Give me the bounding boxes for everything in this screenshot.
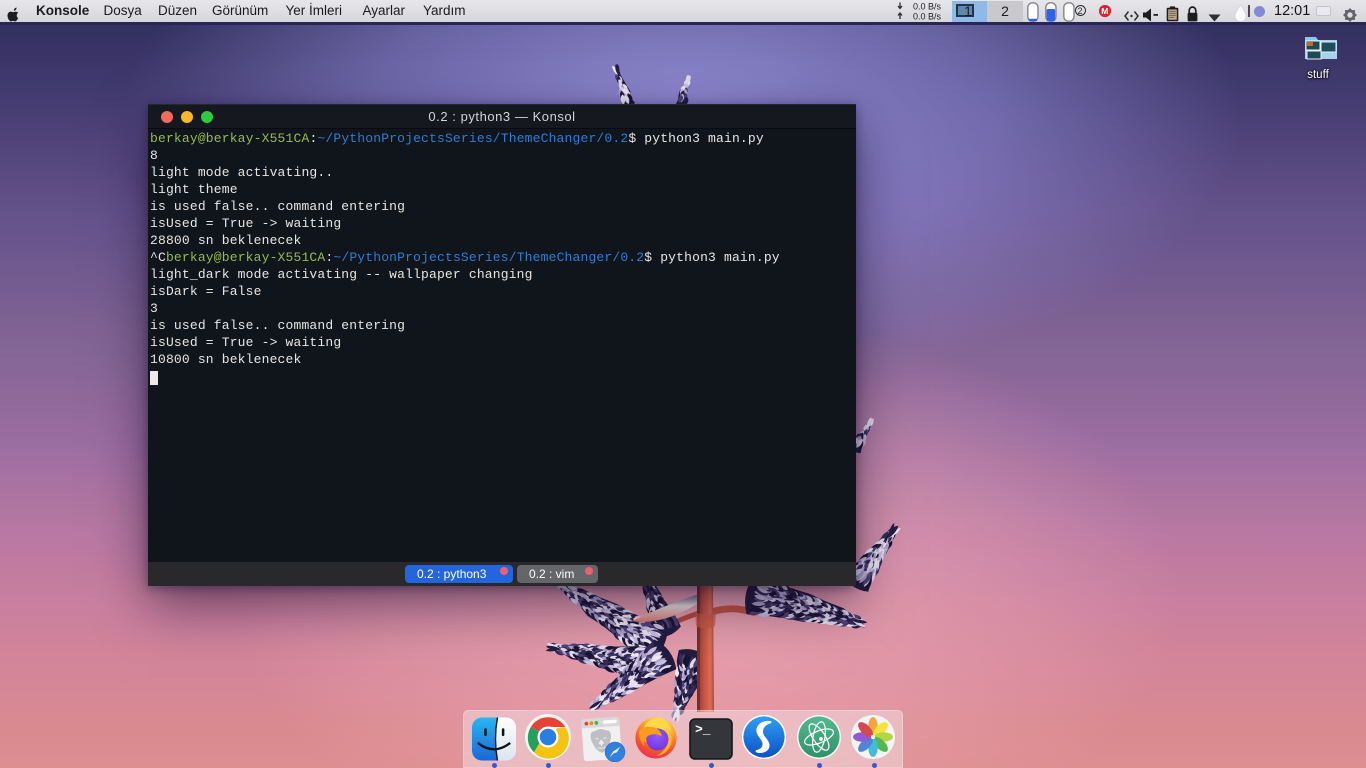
svg-text:0.0 B/s: 0.0 B/s bbox=[913, 12, 942, 22]
svg-text:>_: >_ bbox=[695, 722, 711, 737]
svg-text:0.0 B/s: 0.0 B/s bbox=[913, 2, 942, 12]
